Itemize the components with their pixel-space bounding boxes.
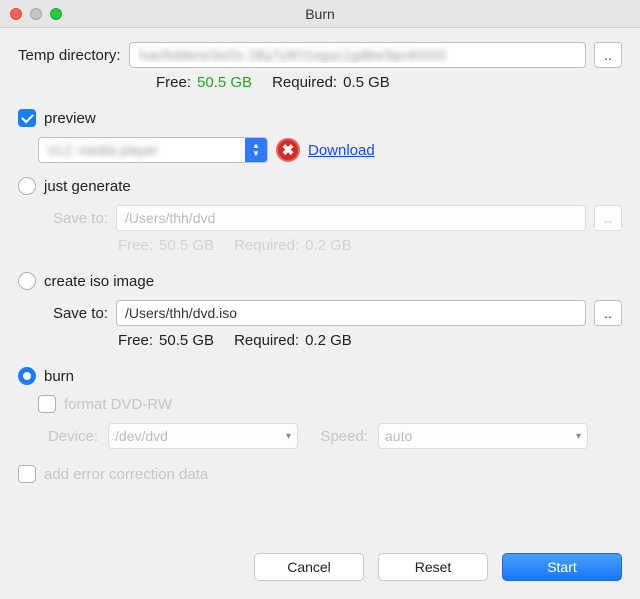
add-err-corr-checkbox (18, 465, 36, 483)
speed-label: Speed: (308, 428, 368, 445)
iso-path-input[interactable] (116, 300, 586, 326)
format-dvdrw-checkbox (38, 395, 56, 413)
start-button[interactable]: Start (502, 553, 622, 581)
iso-req-label: Required: (234, 332, 299, 349)
just-gen-browse-button: .. (594, 205, 622, 231)
preview-checkbox[interactable] (18, 109, 36, 127)
close-window-icon[interactable] (10, 8, 22, 20)
iso-req-value: 0.2 GB (305, 332, 352, 349)
just-generate-radio[interactable] (18, 177, 36, 195)
just-gen-free-label: Free: (118, 237, 153, 254)
iso-free-label: Free: (118, 332, 153, 349)
iso-save-label: Save to: (38, 305, 108, 322)
device-value: /dev/dvd (115, 428, 168, 444)
preview-player-value: VLC media player (39, 142, 245, 158)
burn-label: burn (44, 368, 74, 385)
preview-label: preview (44, 110, 96, 127)
just-gen-path-input (116, 205, 586, 231)
temp-dir-browse-button[interactable]: .. (594, 42, 622, 68)
create-iso-label: create iso image (44, 273, 154, 290)
device-label: Device: (38, 428, 98, 445)
create-iso-radio[interactable] (18, 272, 36, 290)
reset-button[interactable]: Reset (378, 553, 488, 581)
updown-icon: ▲▼ (245, 138, 267, 162)
titlebar: Burn (0, 0, 640, 28)
just-gen-free-value: 50.5 GB (159, 237, 214, 254)
temp-req-label: Required: (272, 74, 337, 91)
burn-radio[interactable] (18, 367, 36, 385)
iso-free-value: 50.5 GB (159, 332, 214, 349)
speed-value: auto (385, 428, 412, 444)
add-err-corr-label: add error correction data (44, 466, 208, 483)
cancel-button[interactable]: Cancel (254, 553, 364, 581)
device-select: /dev/dvd ▾ (108, 423, 298, 449)
just-gen-req-label: Required: (234, 237, 299, 254)
temp-free-value: 50.5 GB (197, 74, 252, 91)
speed-select: auto ▾ (378, 423, 588, 449)
window-controls (0, 8, 62, 20)
download-link[interactable]: Download (308, 142, 375, 159)
temp-free-label: Free: (156, 74, 191, 91)
preview-player-select[interactable]: VLC media player ▲▼ (38, 137, 268, 163)
temp-dir-label: Temp directory: (18, 47, 121, 64)
iso-browse-button[interactable]: .. (594, 300, 622, 326)
window-title: Burn (0, 6, 640, 22)
format-dvdrw-label: format DVD-RW (64, 396, 172, 413)
just-gen-save-label: Save to: (38, 210, 108, 227)
chevron-down-icon: ▾ (286, 431, 291, 442)
chevron-down-icon: ▾ (576, 431, 581, 442)
zoom-window-icon[interactable] (50, 8, 62, 20)
just-gen-req-value: 0.2 GB (305, 237, 352, 254)
temp-req-value: 0.5 GB (343, 74, 390, 91)
temp-dir-input[interactable] (129, 42, 586, 68)
error-icon: ✖ (276, 138, 300, 162)
just-generate-label: just generate (44, 178, 131, 195)
minimize-window-icon (30, 8, 42, 20)
